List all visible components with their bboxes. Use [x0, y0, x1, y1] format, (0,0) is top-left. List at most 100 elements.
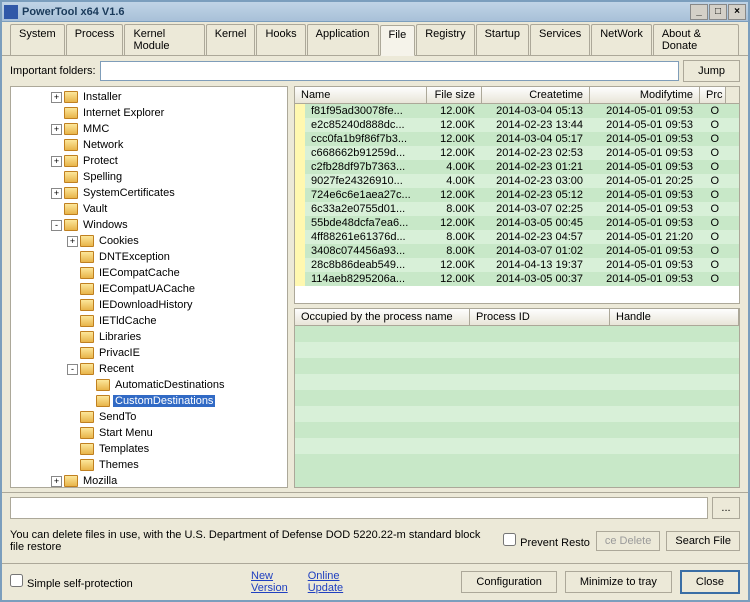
tree-item-iecompatcache[interactable]: IECompatCache: [11, 265, 287, 281]
col-handle[interactable]: Handle: [610, 309, 739, 325]
tree-item-mmc[interactable]: +MMC: [11, 121, 287, 137]
tree-item-dntexception[interactable]: DNTException: [11, 249, 287, 265]
table-row[interactable]: [295, 358, 739, 374]
tree-item-ietldcache[interactable]: IETldCache: [11, 313, 287, 329]
tab-startup[interactable]: Startup: [476, 24, 529, 55]
close-window-button[interactable]: ×: [728, 4, 746, 20]
expand-icon[interactable]: -: [67, 364, 78, 375]
col-createtime[interactable]: Createtime: [482, 87, 590, 103]
tree-item-customdestinations[interactable]: CustomDestinations: [11, 393, 287, 409]
folder-tree[interactable]: +InstallerInternet Explorer+MMCNetwork+P…: [10, 86, 288, 488]
table-row[interactable]: 28c8b86deab549...12.00K2014-04-13 19:372…: [295, 258, 739, 272]
path-input[interactable]: [10, 497, 708, 519]
tree-item-internet-explorer[interactable]: Internet Explorer: [11, 105, 287, 121]
tree-item-protect[interactable]: +Protect: [11, 153, 287, 169]
tree-item-cookies[interactable]: +Cookies: [11, 233, 287, 249]
tree-item-installer[interactable]: +Installer: [11, 89, 287, 105]
table-row[interactable]: f81f95ad30078fe...12.00K2014-03-04 05:13…: [295, 104, 739, 118]
tree-item-templates[interactable]: Templates: [11, 441, 287, 457]
table-row[interactable]: 114aeb8295206a...12.00K2014-03-05 00:372…: [295, 272, 739, 286]
expand-icon[interactable]: +: [67, 236, 78, 247]
tab-application[interactable]: Application: [307, 24, 379, 55]
expand-icon[interactable]: +: [51, 92, 62, 103]
tree-item-libraries[interactable]: Libraries: [11, 329, 287, 345]
table-row[interactable]: 9027fe24326910...4.00K2014-02-23 03:0020…: [295, 174, 739, 188]
tree-item-label: Themes: [97, 459, 141, 471]
expand-icon[interactable]: -: [51, 220, 62, 231]
table-row[interactable]: c2fb28df97b7363...4.00K2014-02-23 01:212…: [295, 160, 739, 174]
col-prc[interactable]: Prc: [700, 87, 726, 103]
tab-system[interactable]: System: [10, 24, 65, 55]
col-name[interactable]: Name: [295, 87, 427, 103]
expand-icon[interactable]: +: [51, 156, 62, 167]
table-row[interactable]: 3408c074456a93...8.00K2014-03-07 01:0220…: [295, 244, 739, 258]
table-row[interactable]: [295, 374, 739, 390]
tab-registry[interactable]: Registry: [416, 24, 474, 55]
tree-item-recent[interactable]: -Recent: [11, 361, 287, 377]
col-process-id[interactable]: Process ID: [470, 309, 610, 325]
tree-item-start-menu[interactable]: Start Menu: [11, 425, 287, 441]
col-size[interactable]: File size: [427, 87, 482, 103]
table-row[interactable]: [295, 342, 739, 358]
close-button[interactable]: Close: [680, 570, 740, 594]
prevent-restore-checkbox[interactable]: Prevent Resto: [503, 533, 590, 549]
jump-button[interactable]: Jump: [683, 60, 740, 82]
configuration-button[interactable]: Configuration: [461, 571, 556, 593]
tree-item-iecompatuacache[interactable]: IECompatUACache: [11, 281, 287, 297]
tab-process[interactable]: Process: [66, 24, 124, 55]
table-row[interactable]: [295, 326, 739, 342]
tree-item-vault[interactable]: Vault: [11, 201, 287, 217]
force-delete-button[interactable]: ce Delete: [596, 531, 660, 551]
tab-file[interactable]: File: [380, 25, 416, 56]
cell-name: 6c33a2e0755d01...: [305, 202, 427, 216]
table-row[interactable]: [295, 438, 739, 454]
tab-network[interactable]: NetWork: [591, 24, 652, 55]
tree-item-privacie[interactable]: PrivacIE: [11, 345, 287, 361]
new-version-link[interactable]: NewVersion: [251, 570, 288, 594]
tree-item-systemcertificates[interactable]: +SystemCertificates: [11, 185, 287, 201]
table-row[interactable]: 4ff88261e61376d...8.00K2014-02-23 04:572…: [295, 230, 739, 244]
tree-item-iedownloadhistory[interactable]: IEDownloadHistory: [11, 297, 287, 313]
expand-icon[interactable]: +: [51, 124, 62, 135]
tab-about-donate[interactable]: About & Donate: [653, 24, 739, 55]
browse-button[interactable]: ...: [712, 497, 740, 519]
table-row[interactable]: [295, 390, 739, 406]
online-update-link[interactable]: OnlineUpdate: [308, 570, 343, 594]
table-row[interactable]: 55bde48dcfa7ea6...12.00K2014-03-05 00:45…: [295, 216, 739, 230]
expand-icon[interactable]: +: [51, 188, 62, 199]
tree-item-themes[interactable]: Themes: [11, 457, 287, 473]
search-file-button[interactable]: Search File: [666, 531, 740, 551]
file-grid[interactable]: Name File size Createtime Modifytime Prc…: [294, 86, 740, 304]
simple-self-protection-checkbox[interactable]: Simple self-protection: [10, 574, 133, 590]
tab-hooks[interactable]: Hooks: [256, 24, 305, 55]
col-modifytime[interactable]: Modifytime: [590, 87, 700, 103]
tree-item-windows[interactable]: -Windows: [11, 217, 287, 233]
cell-size: 8.00K: [427, 202, 482, 216]
table-row[interactable]: e2c85240d888dc...12.00K2014-02-23 13:442…: [295, 118, 739, 132]
tab-kernel-module[interactable]: Kernel Module: [124, 24, 204, 55]
table-row[interactable]: [295, 422, 739, 438]
tree-item-mozilla[interactable]: +Mozilla: [11, 473, 287, 488]
tree-item-sendto[interactable]: SendTo: [11, 409, 287, 425]
important-folders-input[interactable]: [100, 61, 680, 81]
tab-services[interactable]: Services: [530, 24, 590, 55]
minimize-to-tray-button[interactable]: Minimize to tray: [565, 571, 672, 593]
table-row[interactable]: 724e6c6e1aea27c...12.00K2014-02-23 05:12…: [295, 188, 739, 202]
tree-item-spelling[interactable]: Spelling: [11, 169, 287, 185]
tree-item-automaticdestinations[interactable]: AutomaticDestinations: [11, 377, 287, 393]
minimize-button[interactable]: _: [690, 4, 708, 20]
table-row[interactable]: ccc0fa1b9f86f7b3...12.00K2014-03-04 05:1…: [295, 132, 739, 146]
cell-size: 12.00K: [427, 272, 482, 286]
cell-name: 4ff88261e61376d...: [305, 230, 427, 244]
table-row[interactable]: 6c33a2e0755d01...8.00K2014-03-07 02:2520…: [295, 202, 739, 216]
maximize-button[interactable]: □: [709, 4, 727, 20]
process-grid[interactable]: Occupied by the process name Process ID …: [294, 308, 740, 488]
tree-item-label: IETldCache: [97, 315, 158, 327]
tree-item-network[interactable]: Network: [11, 137, 287, 153]
table-row[interactable]: c668662b91259d...12.00K2014-02-23 02:532…: [295, 146, 739, 160]
expand-icon[interactable]: +: [51, 476, 62, 487]
table-row[interactable]: [295, 406, 739, 422]
col-process-name[interactable]: Occupied by the process name: [295, 309, 470, 325]
tab-kernel[interactable]: Kernel: [206, 24, 256, 55]
tree-item-label: IECompatUACache: [97, 283, 197, 295]
